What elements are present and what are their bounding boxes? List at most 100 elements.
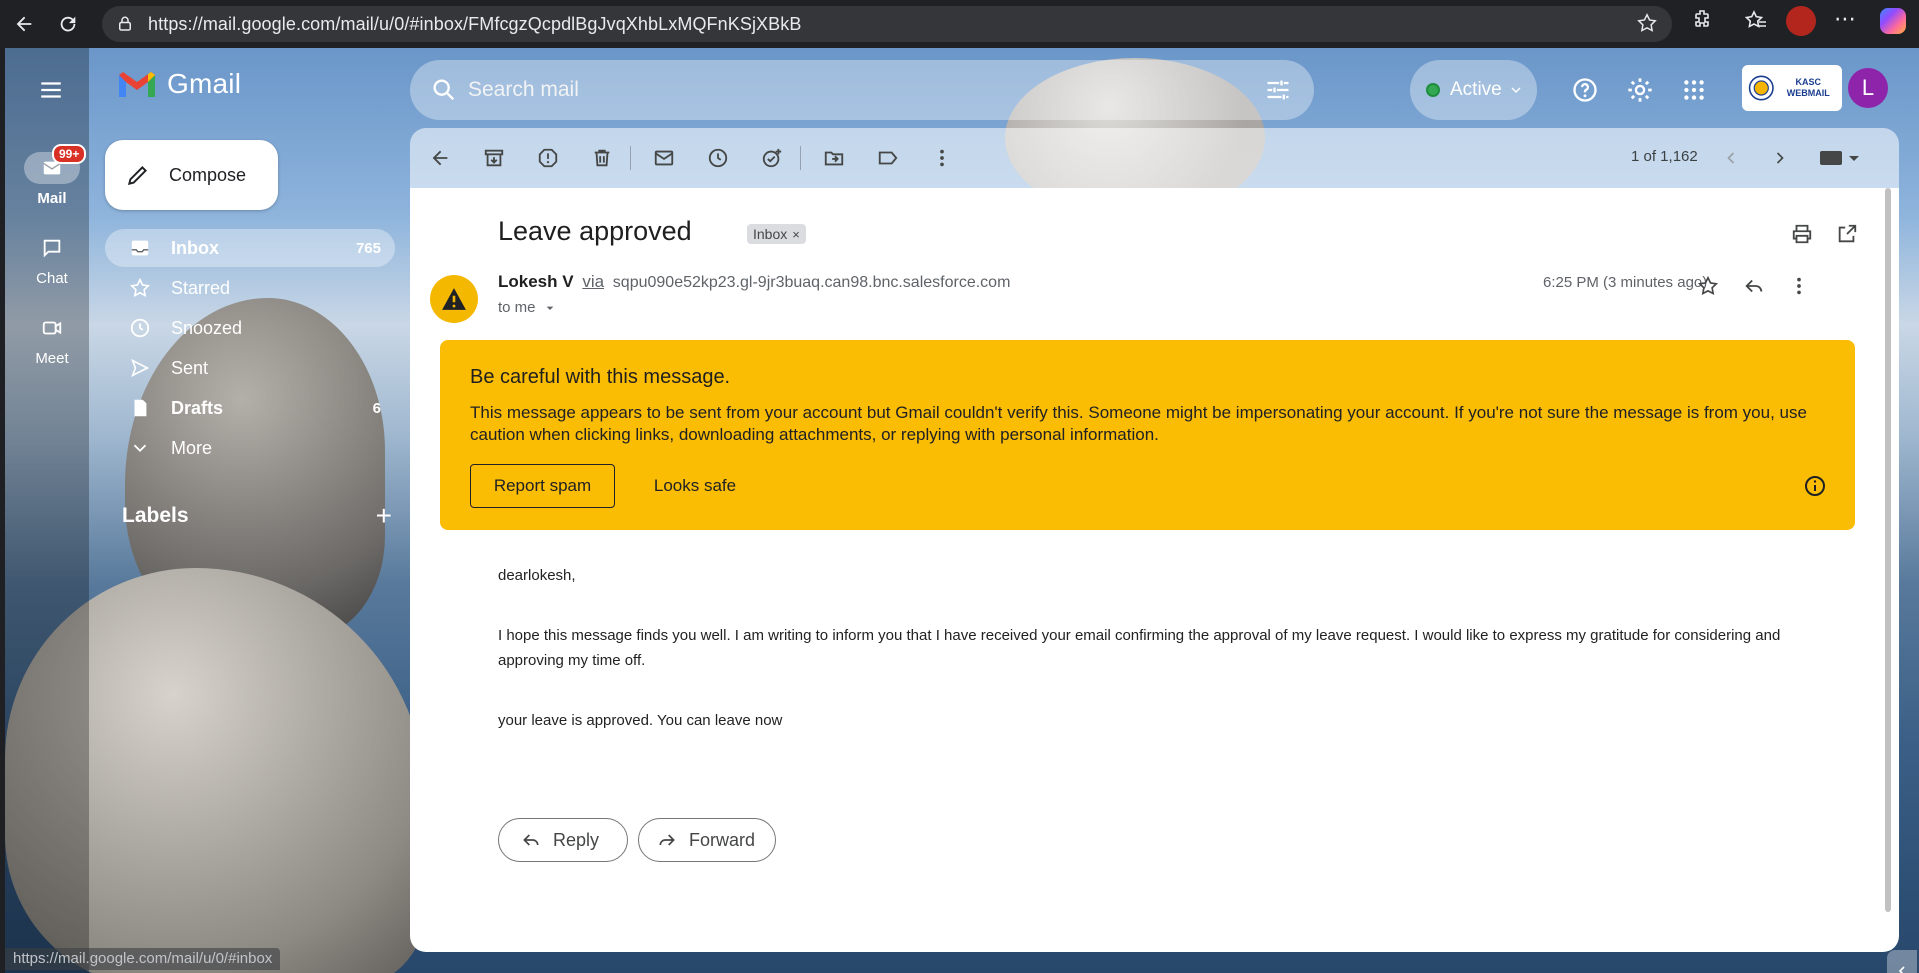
- sidebar-label: Inbox: [171, 237, 219, 258]
- banner-title: Be careful with this message.: [470, 366, 731, 388]
- rail-item-mail[interactable]: 99+ Mail: [19, 144, 87, 207]
- pagination-text: 1 of 1,162: [1631, 148, 1698, 165]
- recipient-toggle[interactable]: to me: [498, 299, 558, 316]
- report-spam-banner-button[interactable]: Report spam: [470, 464, 615, 508]
- snooze-button[interactable]: [702, 142, 734, 174]
- reply-label: Reply: [553, 829, 600, 850]
- more-actions-button[interactable]: [926, 142, 958, 174]
- reply-button[interactable]: Reply: [498, 818, 628, 862]
- rail-item-meet[interactable]: Meet: [19, 312, 85, 367]
- search-options-icon[interactable]: [1264, 76, 1292, 109]
- profile-avatar[interactable]: [1786, 6, 1816, 36]
- account-avatar[interactable]: L: [1848, 68, 1888, 108]
- labels-section: Labels +: [122, 500, 392, 531]
- rail-label-chat: Chat: [36, 270, 68, 287]
- move-to-button[interactable]: [818, 142, 850, 174]
- browser-menu-icon[interactable]: ⋯: [1834, 6, 1856, 32]
- via-link[interactable]: via: [582, 272, 604, 291]
- spam-icon: [538, 148, 558, 168]
- apps-button[interactable]: [1674, 70, 1714, 110]
- sidebar-item-inbox[interactable]: Inbox 765: [105, 229, 395, 267]
- support-button[interactable]: [1565, 70, 1605, 110]
- org-badge-text: KASC WEBMAIL: [1786, 77, 1830, 98]
- unread-badge: 99+: [52, 144, 87, 164]
- favorites-icon[interactable]: [1744, 8, 1768, 37]
- settings-button[interactable]: [1620, 70, 1660, 110]
- rail-label-meet: Meet: [35, 350, 69, 367]
- star-message-button[interactable]: [1692, 270, 1724, 302]
- copilot-icon[interactable]: [1880, 8, 1906, 34]
- side-panel-toggle[interactable]: [1887, 950, 1917, 973]
- delete-button[interactable]: [586, 142, 618, 174]
- add-to-tasks-button[interactable]: [756, 142, 788, 174]
- sidebar-item-drafts[interactable]: Drafts 6: [105, 389, 395, 427]
- message-time: 6:25 PM (3 minutes ago): [1543, 274, 1708, 291]
- report-spam-button[interactable]: [532, 142, 564, 174]
- reply-icon-button[interactable]: [1738, 270, 1770, 302]
- compose-button[interactable]: Compose: [105, 140, 278, 210]
- info-icon[interactable]: [1803, 474, 1827, 503]
- search-icon[interactable]: [430, 76, 458, 109]
- mail-unread-icon: [654, 150, 674, 166]
- more-vertical-icon: [940, 149, 944, 167]
- banner-body: This message appears to be sent from you…: [470, 403, 1807, 444]
- inbox-icon: [131, 240, 149, 256]
- browser-back-button[interactable]: [8, 8, 40, 40]
- sender-avatar[interactable]: [430, 275, 478, 323]
- search-input[interactable]: [468, 72, 1228, 108]
- sidebar-item-snoozed[interactable]: Snoozed: [105, 309, 395, 347]
- task-add-icon: [762, 148, 782, 168]
- extensions-icon[interactable]: [1690, 8, 1714, 37]
- sender-name[interactable]: Lokesh V: [498, 272, 574, 291]
- chat-icon: [43, 239, 61, 258]
- browser-reload-button[interactable]: [52, 8, 84, 40]
- rail-icon-wrap: [24, 312, 80, 344]
- chevron-down-icon: [1511, 87, 1521, 93]
- back-to-inbox-button[interactable]: [424, 142, 456, 174]
- sidebar-label: Snoozed: [171, 317, 243, 338]
- remove-label-button[interactable]: ×: [792, 227, 800, 242]
- status-label: Active: [1450, 79, 1502, 100]
- message-toolbar: 1 of 1,162: [410, 128, 1899, 188]
- send-icon: [131, 358, 150, 378]
- message-more-button[interactable]: [1783, 270, 1815, 302]
- status-selector[interactable]: Active: [1410, 60, 1537, 120]
- gmail-m-icon: [119, 72, 155, 97]
- print-button[interactable]: [1786, 218, 1818, 250]
- organization-badge[interactable]: KASC WEBMAIL: [1742, 65, 1842, 111]
- sidebar-item-sent[interactable]: Sent: [105, 349, 395, 387]
- newer-button[interactable]: [1715, 142, 1747, 174]
- forward-button[interactable]: Forward: [638, 818, 776, 862]
- main-menu-button[interactable]: [31, 70, 71, 110]
- forward-icon: [659, 834, 675, 846]
- url-text: https://mail.google.com/mail/u/0/#inbox/…: [148, 13, 802, 34]
- browser-toolbar: https://mail.google.com/mail/u/0/#inbox/…: [0, 0, 1919, 48]
- chevron-left-icon: [1727, 152, 1735, 164]
- input-tools-button[interactable]: [1813, 142, 1867, 174]
- compose-label: Compose: [169, 164, 247, 185]
- site-info-icon: [119, 16, 131, 31]
- video-camera-icon: [42, 321, 62, 335]
- rail-item-chat[interactable]: Chat: [19, 232, 85, 287]
- search-bar: [410, 60, 1314, 120]
- mark-unread-button[interactable]: [648, 142, 680, 174]
- sidebar-label: Starred: [171, 277, 231, 298]
- via-address: sqpu090e52kp23.gl-9jr3buaq.can98.bnc.sal…: [612, 274, 1011, 291]
- add-label-button[interactable]: +: [376, 500, 392, 532]
- older-button[interactable]: [1764, 142, 1796, 174]
- address-bar[interactable]: https://mail.google.com/mail/u/0/#inbox/…: [102, 6, 1672, 42]
- sidebar-label: More: [171, 437, 213, 458]
- folder-move-icon: [824, 151, 844, 166]
- open-new-window-button[interactable]: [1831, 218, 1863, 250]
- bookmark-star-icon[interactable]: [1636, 12, 1658, 39]
- looks-safe-button[interactable]: Looks safe: [640, 464, 750, 508]
- archive-button[interactable]: [478, 142, 510, 174]
- gmail-app: Gmail Active KASC WEBMAIL: [5, 48, 1919, 973]
- sidebar-item-more[interactable]: More: [105, 429, 395, 467]
- message-scrollbar[interactable]: [1885, 188, 1891, 912]
- labels-button[interactable]: [872, 142, 904, 174]
- archive-icon: [484, 149, 504, 167]
- hamburger-icon: [41, 82, 61, 98]
- sidebar-item-starred[interactable]: Starred: [105, 269, 395, 307]
- gmail-logo[interactable]: Gmail: [117, 68, 241, 100]
